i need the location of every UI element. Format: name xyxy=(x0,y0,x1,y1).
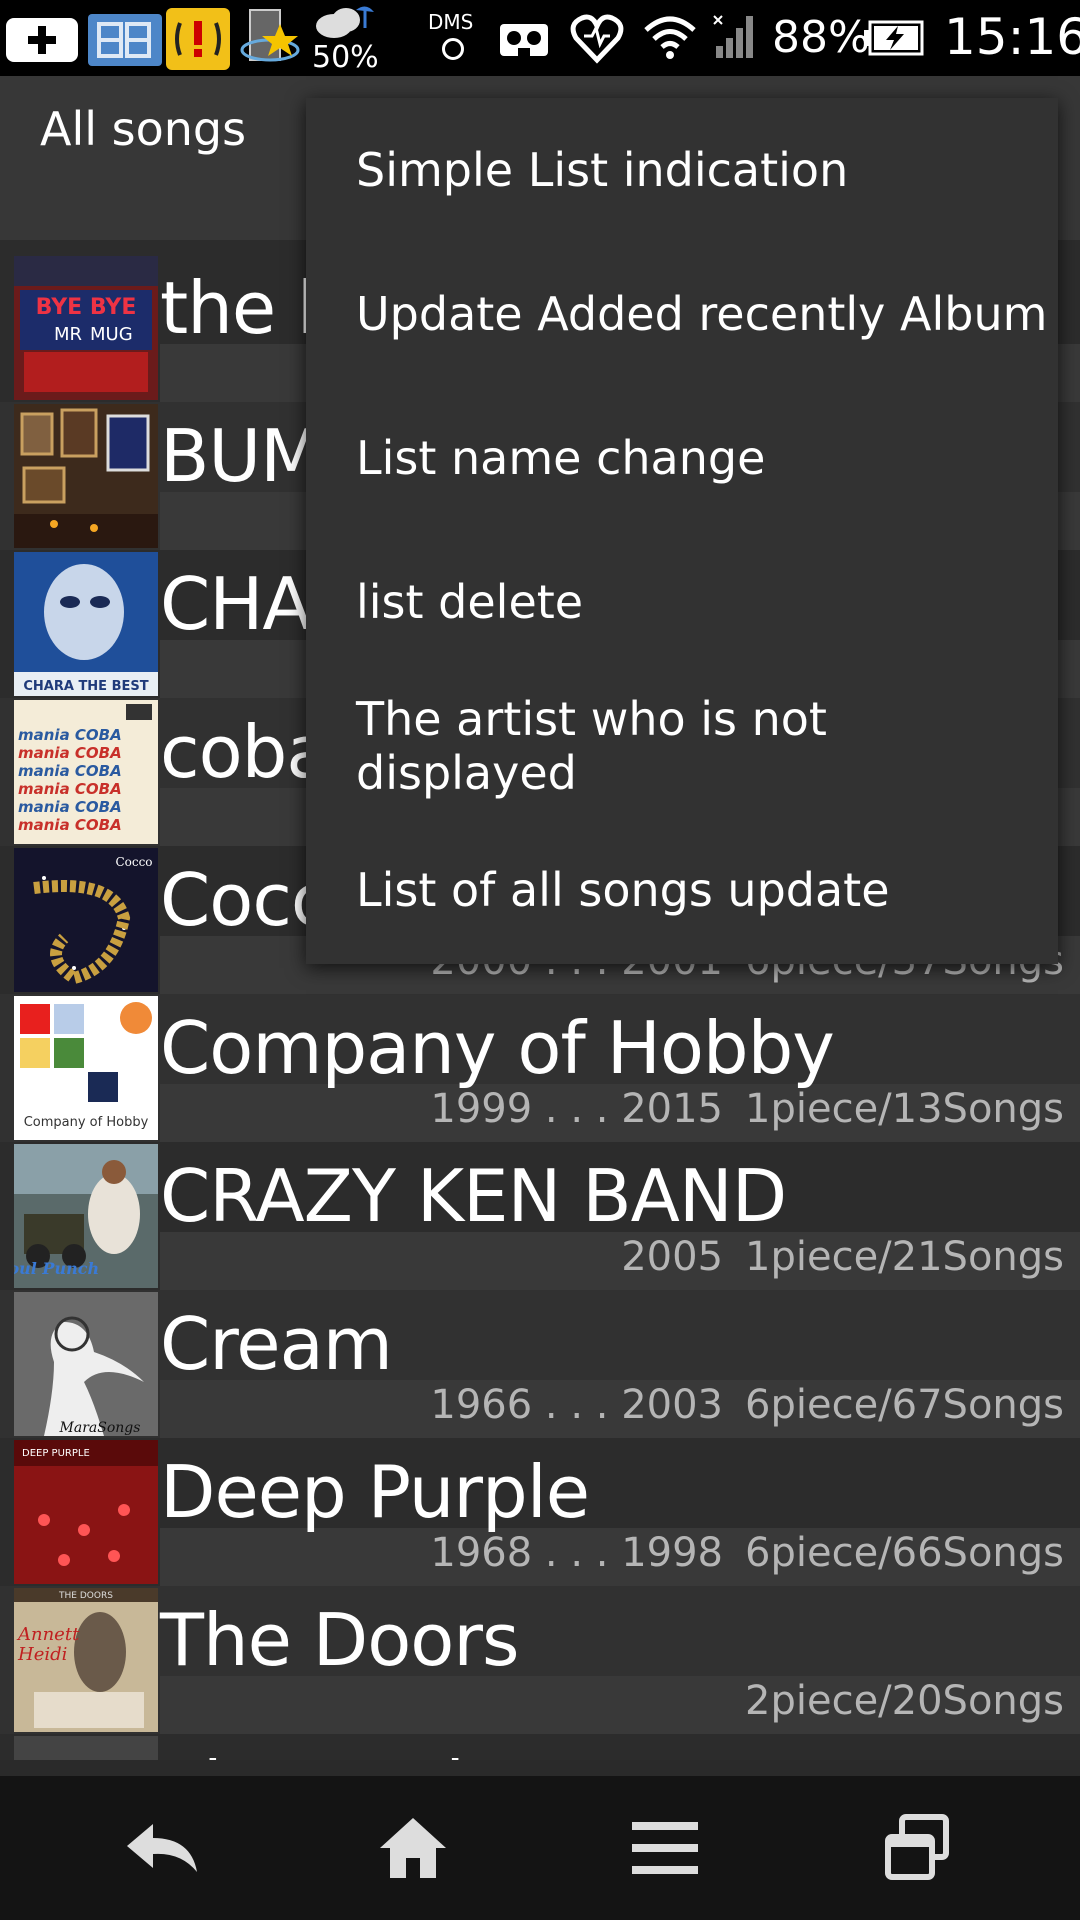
signal-strength-icon xyxy=(712,14,760,58)
menu-button[interactable] xyxy=(610,1798,720,1898)
back-button[interactable] xyxy=(108,1798,218,1898)
screenshot-star-icon xyxy=(240,6,304,72)
svg-text:Annett: Annett xyxy=(16,1624,80,1645)
svg-text:mania COBA: mania COBA xyxy=(18,744,122,762)
album-thumbnail: mania COBA mania COBA mania COBA mania COBA… xyxy=(14,700,158,844)
artist-years: 1966 . . . 2003 xyxy=(430,1382,724,1428)
weather-percent: 50% xyxy=(312,40,379,75)
album-thumbnail: CHARA THE BEST xyxy=(14,552,158,696)
artist-years: 1999 . . . 2015 xyxy=(430,1086,724,1132)
artist-meta: 1966 . . . 2003 6piece/67Songs xyxy=(430,1382,1064,1428)
artist-name: Cream xyxy=(160,1302,393,1386)
menu-item-simple-list[interactable]: Simple List indication xyxy=(306,98,1058,242)
hamburger-menu-icon xyxy=(632,1822,698,1874)
menu-item-delete-list[interactable]: list delete xyxy=(306,530,1058,674)
dms-circle-icon xyxy=(442,38,464,60)
back-arrow-icon xyxy=(127,1824,197,1872)
svg-text:MUG: MUG xyxy=(90,324,133,345)
svg-text:mania COBA: mania COBA xyxy=(18,762,122,780)
artist-name: coba xyxy=(160,710,330,794)
menu-item-hidden-artists[interactable]: The artist who is not displayed xyxy=(306,674,1058,818)
album-thumbnail xyxy=(14,404,158,548)
album-thumbnail: Soul Punch xyxy=(14,1144,158,1288)
artist-name: The Eagles xyxy=(160,1746,545,1760)
artist-count: 6piece/66Songs xyxy=(745,1530,1064,1576)
menu-item-rename-list[interactable]: List name change xyxy=(306,386,1058,530)
thumb-caption: BYE BYE xyxy=(36,295,137,320)
artist-name: BUM xyxy=(160,414,322,498)
artist-row[interactable]: DEEP PURPLE Deep Purple 1968 . . . 1998 6… xyxy=(0,1438,1080,1586)
artist-meta: 2005 1piece/21Songs xyxy=(621,1234,1064,1280)
dms-label: DMS xyxy=(428,10,474,34)
recent-apps-button[interactable] xyxy=(862,1798,972,1898)
thumb-caption: THE DOORS xyxy=(58,1591,113,1601)
artist-name: Deep Purple xyxy=(160,1450,590,1534)
artist-row[interactable]: MaraSongs Cream 1966 . . . 2003 6piece/67… xyxy=(0,1290,1080,1438)
artist-count: 2piece/20Songs xyxy=(745,1678,1064,1724)
album-thumbnail: BYE BYE MR MUG xyxy=(14,256,158,400)
svg-text:MR: MR xyxy=(54,324,82,345)
artist-years: 1968 . . . 1998 xyxy=(430,1530,724,1576)
artist-count: 6piece/67Songs xyxy=(745,1382,1064,1428)
weather-icon xyxy=(312,4,376,42)
wifi-icon xyxy=(642,14,698,60)
album-thumbnail: Company of Hobby xyxy=(14,996,158,1140)
home-icon xyxy=(380,1818,446,1878)
alert-icon xyxy=(166,8,230,70)
overflow-menu: Simple List indication Update Added rece… xyxy=(306,98,1058,964)
vr-goggles-icon xyxy=(498,20,550,60)
artist-name: The Doors xyxy=(160,1598,519,1682)
album-thumbnail: DEEP PURPLE xyxy=(14,1440,158,1584)
add-notification-icon xyxy=(6,18,78,62)
artist-row[interactable]: Annett Heidi THE DOORS The Doors 2piece/20… xyxy=(0,1586,1080,1734)
home-button[interactable] xyxy=(358,1798,468,1898)
svg-text:mania COBA: mania COBA xyxy=(18,816,122,834)
page-title[interactable]: All songs xyxy=(40,102,246,156)
svg-text:Heidi: Heidi xyxy=(17,1644,67,1665)
menu-item-update-recently-added[interactable]: Update Added recently Album xyxy=(306,242,1058,386)
artist-name: Company of Hobby xyxy=(160,1006,835,1090)
svg-text:mania COBA: mania COBA xyxy=(18,780,122,798)
thumb-caption: DEEP PURPLE xyxy=(22,1448,90,1459)
thumb-caption: Soul Punch xyxy=(14,1259,99,1278)
artist-row[interactable]: The Eagles xyxy=(0,1734,1080,1760)
artist-meta: 2piece/20Songs xyxy=(723,1678,1064,1724)
svg-text:mania COBA: mania COBA xyxy=(18,798,122,816)
status-bar: 50% DMS 88% 15:16 xyxy=(0,0,1080,76)
battery-charging-icon xyxy=(862,18,924,58)
artist-meta: 1999 . . . 2015 1piece/13Songs xyxy=(430,1086,1064,1132)
artist-meta: 1968 . . . 1998 6piece/66Songs xyxy=(430,1530,1064,1576)
album-thumbnail: Annett Heidi THE DOORS xyxy=(14,1588,158,1732)
clock-time: 15:16 xyxy=(944,8,1080,66)
artist-row[interactable]: Company of Hobby Company of Hobby 1999 .… xyxy=(0,994,1080,1142)
album-thumbnail: MaraSongs xyxy=(14,1292,158,1436)
thumb-caption: Cocco xyxy=(115,855,152,869)
thumb-caption: CHARA THE BEST xyxy=(23,679,148,694)
artist-name: CRAZY KEN BAND xyxy=(160,1154,787,1238)
recent-apps-icon xyxy=(885,1814,949,1880)
menu-item-update-all-songs[interactable]: List of all songs update xyxy=(306,818,1058,962)
artist-count: 1piece/13Songs xyxy=(745,1086,1064,1132)
thumb-caption: Company of Hobby xyxy=(24,1115,149,1130)
album-thumbnail xyxy=(14,1736,158,1760)
health-heart-icon xyxy=(570,12,624,64)
battery-percent: 88% xyxy=(772,12,870,63)
navigation-bar xyxy=(0,1776,1080,1920)
album-thumbnail: Cocco xyxy=(14,848,158,992)
counter-app-icon xyxy=(88,14,162,66)
thumb-caption: MaraSongs xyxy=(59,1420,141,1436)
thumb-caption: mania COBA xyxy=(18,726,122,744)
artist-years: 2005 xyxy=(621,1234,724,1280)
artist-row[interactable]: Soul Punch CRAZY KEN BAND 2005 1piece/21S… xyxy=(0,1142,1080,1290)
artist-count: 1piece/21Songs xyxy=(745,1234,1064,1280)
